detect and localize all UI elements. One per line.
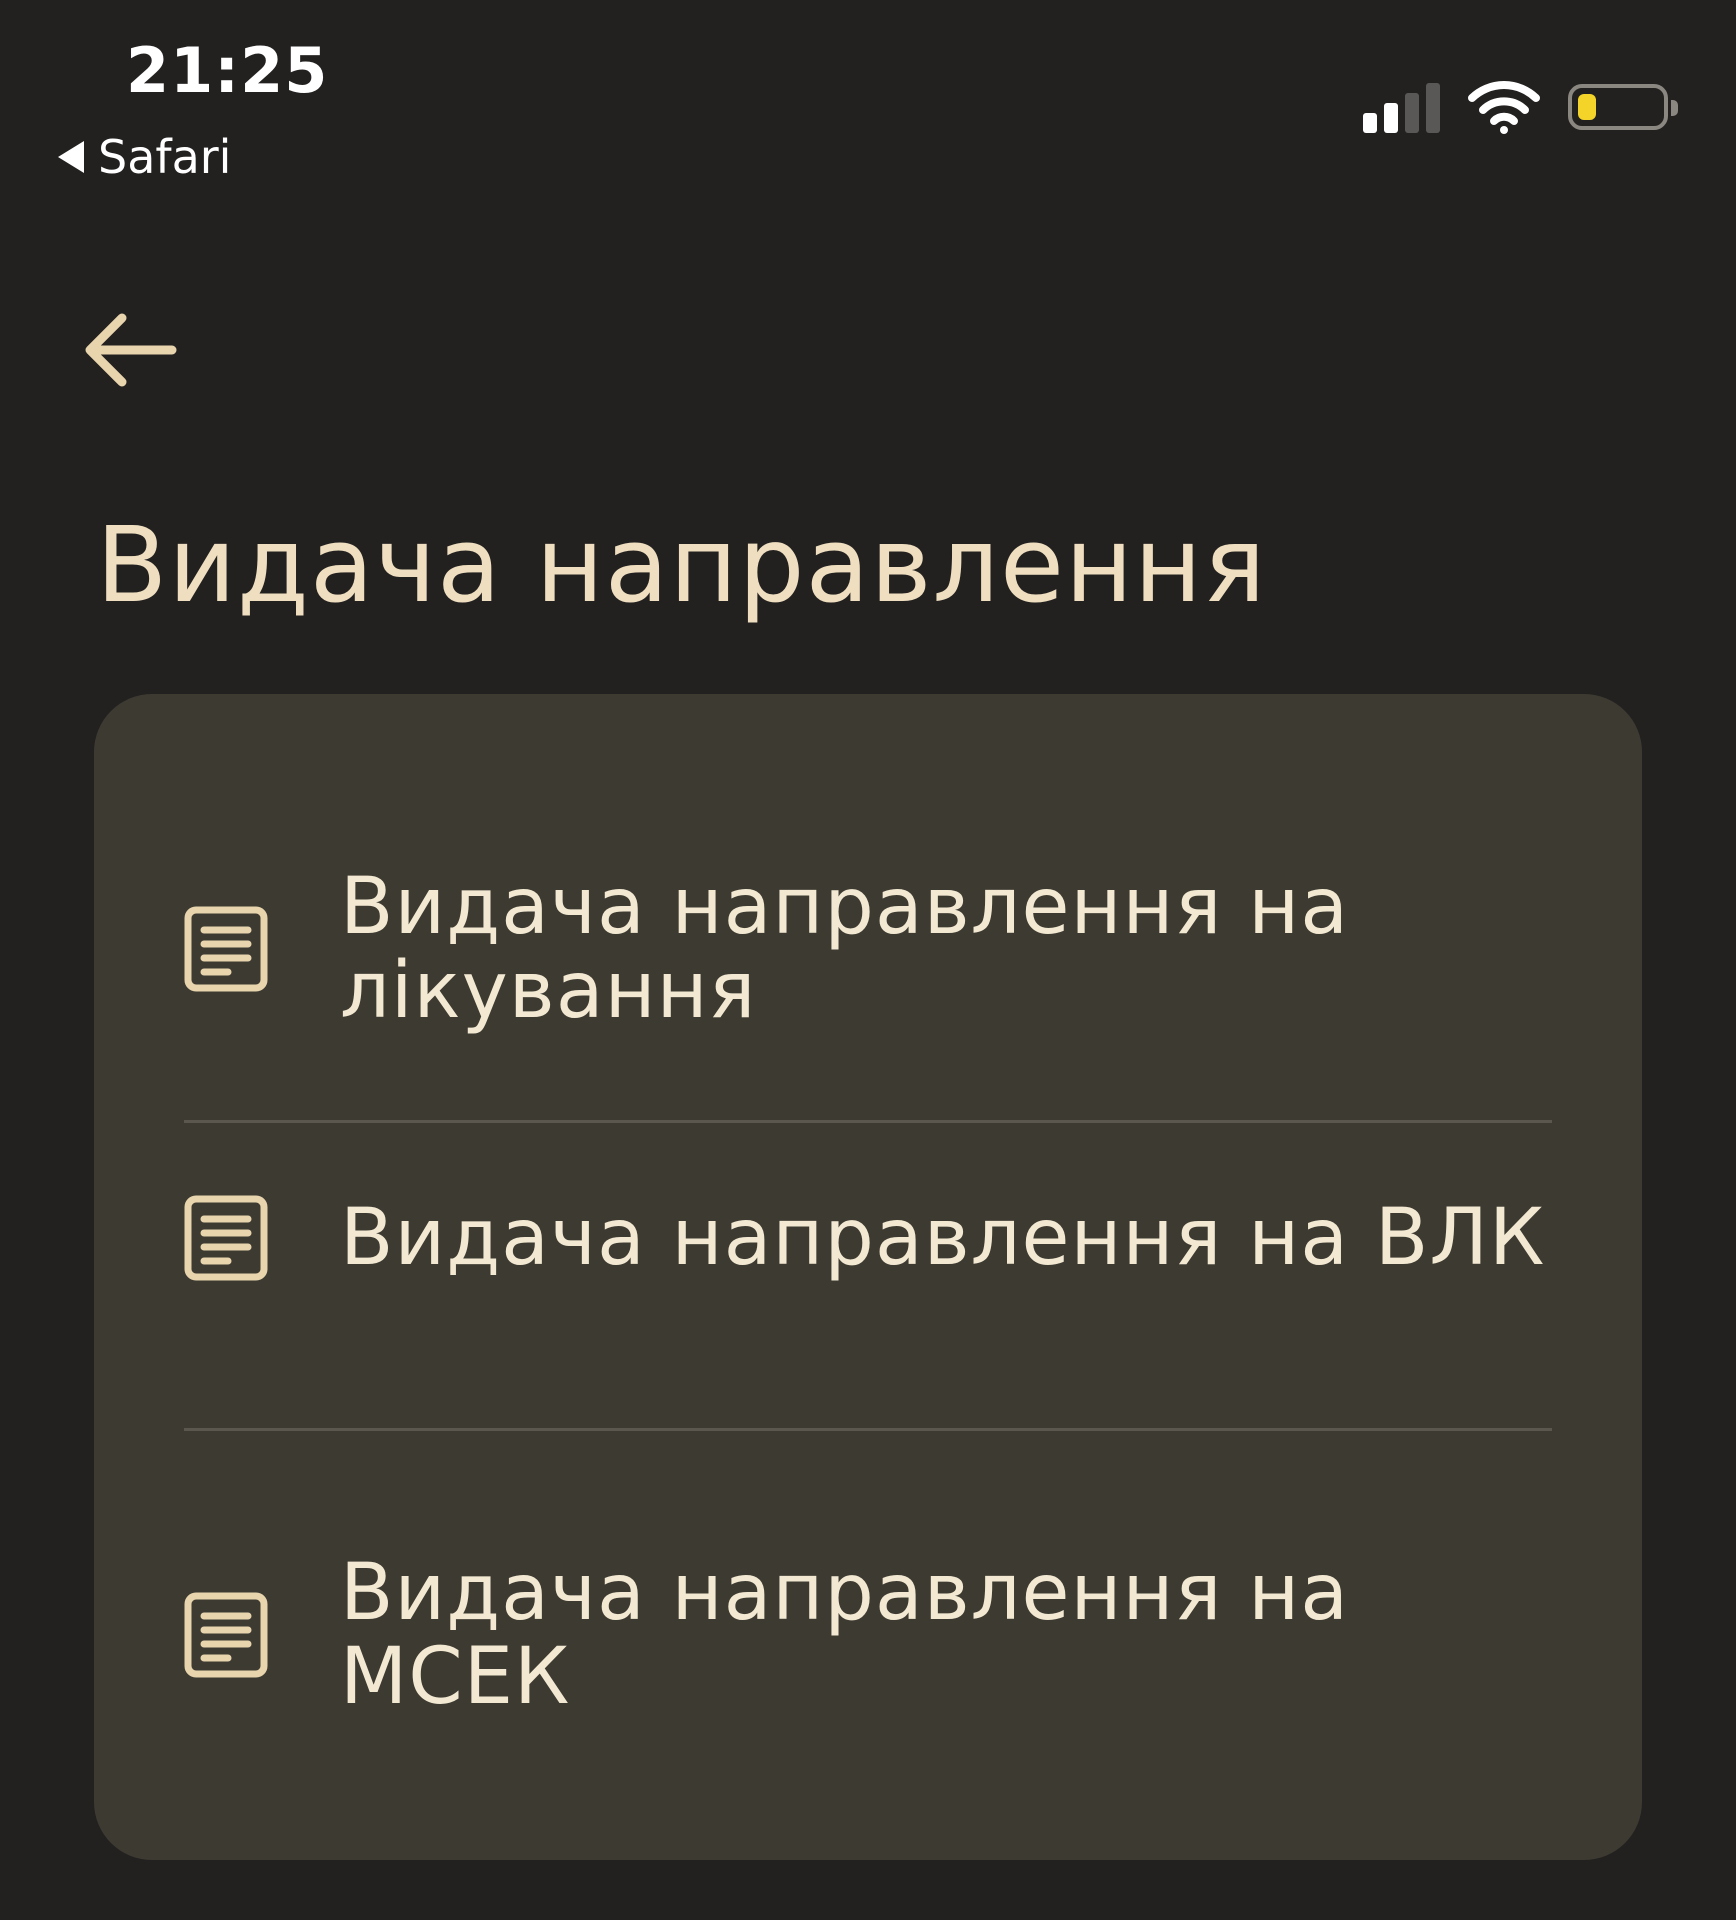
document-icon xyxy=(184,1195,268,1281)
menu-item-label: Видача направлення на лікування xyxy=(340,862,1350,1036)
back-to-safari-button[interactable]: Safari xyxy=(58,130,231,184)
back-app-label: Safari xyxy=(98,130,232,184)
wifi-icon xyxy=(1468,81,1540,134)
menu-card: Видача направлення на лікування Видача н… xyxy=(94,694,1642,1860)
menu-item-label: Видача направлення на МСЕК xyxy=(340,1548,1350,1722)
menu-item-treatment-referral[interactable]: Видача направлення на лікування xyxy=(184,844,1552,1054)
document-icon xyxy=(184,906,268,992)
document-icon xyxy=(184,1592,268,1678)
status-icons xyxy=(1363,80,1678,134)
menu-item-msek-referral[interactable]: Видача направлення на МСЕК xyxy=(184,1550,1552,1720)
divider xyxy=(184,1120,1552,1123)
menu-item-vlk-referral[interactable]: Видача направлення на ВЛК xyxy=(184,1178,1552,1298)
divider xyxy=(184,1428,1552,1431)
battery-level xyxy=(1578,94,1596,120)
battery-icon xyxy=(1568,84,1678,130)
cellular-signal-icon xyxy=(1363,81,1440,133)
page-title: Видача направлення xyxy=(96,504,1267,626)
back-triangle-icon xyxy=(58,141,84,173)
menu-item-label: Видача направлення на ВЛК xyxy=(340,1193,1546,1283)
arrow-left-icon[interactable] xyxy=(82,308,178,392)
status-time: 21:25 xyxy=(126,34,329,107)
